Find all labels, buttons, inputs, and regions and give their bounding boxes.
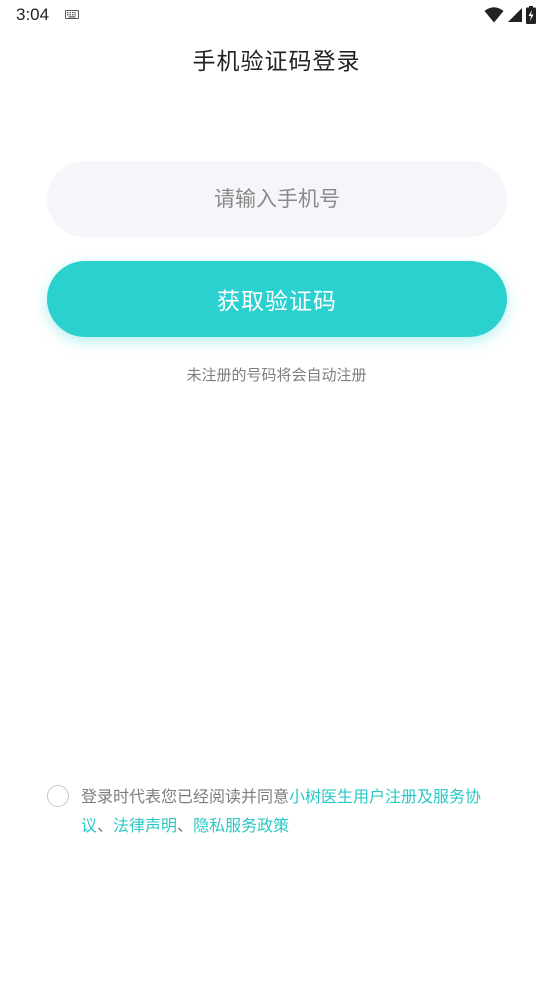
- agreement-prefix: 登录时代表您已经阅读并同意: [81, 787, 290, 806]
- agreement-separator: 、: [177, 816, 194, 835]
- page-title: 手机验证码登录: [192, 49, 361, 75]
- agreement-checkbox[interactable]: [47, 785, 69, 807]
- auto-register-hint: 未注册的号码将会自动注册: [186, 366, 367, 384]
- agreement-text: 登录时代表您已经阅读并同意小树医生用户注册及服务协议、法律声明、隐私服务政策: [81, 782, 511, 840]
- battery-charging-icon: [526, 6, 536, 24]
- phone-number-input[interactable]: [47, 161, 507, 237]
- agreement-separator: 、: [97, 816, 114, 835]
- get-verification-code-button[interactable]: 获取验证码: [47, 261, 507, 337]
- status-bar: 3:04: [0, 0, 553, 30]
- legal-statement-link[interactable]: 法律声明: [113, 816, 177, 835]
- privacy-policy-link[interactable]: 隐私服务政策: [193, 816, 289, 835]
- signal-icon: [508, 8, 522, 22]
- wifi-icon: [484, 7, 504, 23]
- keyboard-icon: [65, 10, 79, 19]
- status-icons: [484, 6, 536, 24]
- status-time: 3:04: [16, 5, 50, 24]
